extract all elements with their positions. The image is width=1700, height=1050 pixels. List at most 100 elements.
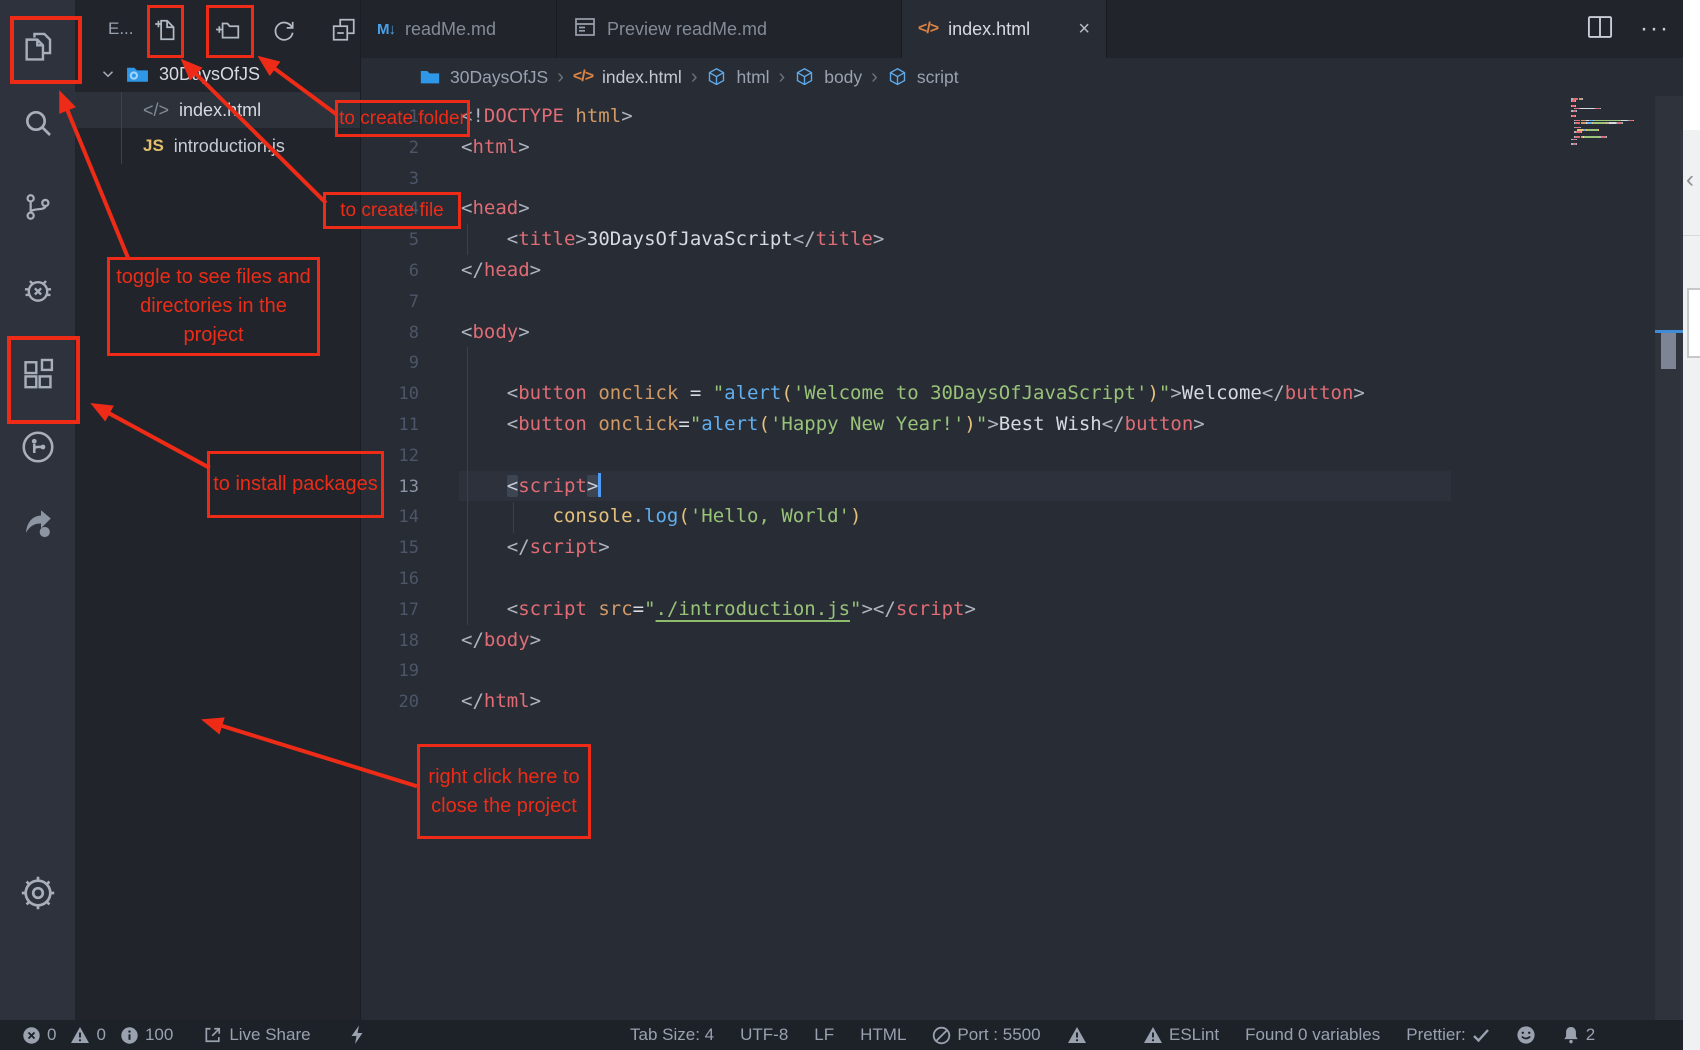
breadcrumb-node[interactable]: body (824, 67, 862, 88)
language-indicator[interactable]: HTML (860, 1025, 906, 1045)
code-line[interactable]: 2<html> (361, 132, 1684, 163)
more-actions-icon[interactable]: ··· (1640, 15, 1670, 43)
bolt-icon[interactable] (349, 1025, 365, 1045)
source-control-icon[interactable] (19, 188, 57, 226)
js-file-icon: JS (143, 136, 164, 156)
project-name: 30DaysOfJS (159, 64, 260, 85)
variables-indicator[interactable]: Found 0 variables (1245, 1025, 1380, 1045)
text-cursor (598, 473, 601, 497)
code-line[interactable]: 1<!DOCTYPE html> (361, 101, 1684, 132)
code-line[interactable]: 12 (361, 440, 1684, 471)
tab-index-html[interactable]: </> index.html × (902, 0, 1107, 58)
code-line[interactable]: 3 (361, 163, 1684, 194)
file-name: index.html (179, 100, 261, 121)
page-edge-box (1687, 288, 1700, 358)
tab-label: index.html (948, 19, 1030, 40)
code-line[interactable]: 16 (361, 563, 1684, 594)
annotation-install: to install packages (207, 451, 384, 518)
project-circle-icon[interactable] (19, 428, 57, 466)
code-line[interactable]: 18</body> (361, 625, 1684, 656)
prettier-indicator[interactable]: Prettier: (1406, 1025, 1490, 1045)
page-edge-top (1683, 0, 1700, 130)
code-line[interactable]: 13 <script> (361, 471, 1684, 502)
code-line[interactable]: 20</html> (361, 686, 1684, 717)
feedback-smiley-icon[interactable] (1516, 1025, 1536, 1045)
problems-info[interactable]: 100 (120, 1025, 173, 1045)
annotation-frame-new-folder (206, 5, 254, 58)
tree-indent-guide (121, 92, 122, 164)
tab-preview-readme[interactable]: Preview readMe.md (557, 0, 902, 58)
cube-icon (794, 67, 815, 88)
tab-label: readMe.md (405, 19, 496, 40)
tab-label: Preview readMe.md (607, 19, 767, 40)
run-debug-icon[interactable] (19, 271, 57, 309)
annotation-close-project: right click here to close the project (417, 744, 591, 839)
collapse-all-icon[interactable] (331, 17, 357, 43)
vscode-window: E... (0, 0, 1700, 1050)
eol-indicator[interactable]: LF (814, 1025, 834, 1045)
split-editor-icon[interactable] (1586, 14, 1614, 45)
html-file-icon: </> (918, 20, 938, 38)
activity-bar (0, 0, 75, 1020)
code-lines: 1<!DOCTYPE html>2<html>34<head>5 <title>… (361, 96, 1684, 717)
code-line[interactable]: 14 console.log('Hello, World') (361, 501, 1684, 532)
code-line[interactable]: 7 (361, 286, 1684, 317)
chevron-left-icon[interactable]: ‹ (1686, 166, 1694, 194)
tab-size-indicator[interactable]: Tab Size: 4 (630, 1025, 714, 1045)
breadcrumb-node[interactable]: html (736, 67, 769, 88)
eslint-indicator[interactable]: ESLint (1143, 1025, 1219, 1045)
page-edge: ‹ (1683, 0, 1700, 1050)
folder-icon (419, 66, 441, 88)
problems-warnings[interactable]: 0 (70, 1025, 105, 1045)
editor-group: M↓ readMe.md Preview readMe.md </> index… (360, 0, 1683, 1020)
preview-icon (573, 15, 597, 44)
divider (1683, 235, 1700, 236)
refresh-icon[interactable] (271, 17, 297, 43)
code-line[interactable]: 6</head> (361, 255, 1684, 286)
breadcrumb-file[interactable]: index.html (602, 67, 682, 88)
breadcrumb-separator: › (691, 66, 698, 89)
breadcrumb: 30DaysOfJS › </> index.html › html › bod… (419, 58, 959, 96)
html-file-icon: </> (143, 100, 169, 121)
html-file-icon: </> (573, 68, 593, 86)
breadcrumb-project[interactable]: 30DaysOfJS (450, 67, 548, 88)
code-line[interactable]: 9 (361, 347, 1684, 378)
code-line[interactable]: 19 (361, 655, 1684, 686)
annotation-frame-explorer (10, 16, 82, 84)
code-line[interactable]: 11 <button onclick="alert('Happy New Yea… (361, 409, 1684, 440)
annotation-create-file: to create file (323, 192, 461, 229)
editor-scrollbar[interactable] (1655, 96, 1683, 1020)
settings-gear-icon[interactable] (19, 874, 57, 912)
cube-icon (706, 67, 727, 88)
file-row-introduction-js[interactable]: JS introduction.js (75, 128, 360, 164)
encoding-indicator[interactable]: UTF-8 (740, 1025, 788, 1045)
warning-badge-icon[interactable] (1067, 1026, 1087, 1044)
sidebar-title: E... (108, 19, 134, 39)
scrollbar-thumb[interactable] (1661, 333, 1676, 369)
project-root-row[interactable]: 30DaysOfJS (75, 56, 360, 92)
code-line[interactable]: 5 <title>30DaysOfJavaScript</title> (361, 224, 1684, 255)
problems-errors[interactable]: 0 (22, 1025, 56, 1045)
breadcrumb-separator: › (557, 66, 564, 89)
tab-readme[interactable]: M↓ readMe.md (361, 0, 557, 58)
status-bar: 0 0 100 Live Share Tab Size: 4 UTF-8 LF … (0, 1020, 1683, 1050)
minimap[interactable] (1571, 98, 1655, 146)
code-line[interactable]: 8<body> (361, 317, 1684, 348)
markdown-icon: M↓ (377, 21, 395, 38)
breadcrumb-node[interactable]: script (917, 67, 959, 88)
tab-bar: M↓ readMe.md Preview readMe.md </> index… (361, 0, 1684, 58)
live-share-icon[interactable] (19, 504, 57, 542)
code-line[interactable]: 4<head> (361, 193, 1684, 224)
close-icon[interactable]: × (1078, 19, 1090, 39)
chevron-down-icon (99, 65, 117, 83)
code-line[interactable]: 15 </script> (361, 532, 1684, 563)
notifications-bell[interactable]: 2 (1562, 1025, 1595, 1045)
annotation-frame-extensions (7, 336, 80, 424)
search-icon[interactable] (19, 104, 57, 142)
code-line[interactable]: 10 <button onclick = "alert('Welcome to … (361, 378, 1684, 409)
annotation-create-folder: to create folder (335, 100, 470, 137)
cube-icon (887, 67, 908, 88)
port-indicator[interactable]: Port : 5500 (932, 1025, 1040, 1045)
code-line[interactable]: 17 <script src="./introduction.js"></scr… (361, 594, 1684, 625)
live-share-button[interactable]: Live Share (203, 1025, 310, 1045)
